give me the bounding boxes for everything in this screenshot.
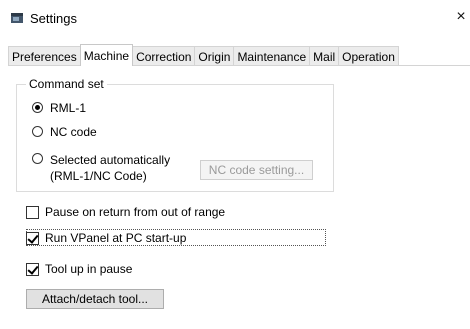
pause-on-return-row[interactable]: Pause on return from out of range (26, 205, 225, 219)
settings-window-icon (11, 13, 23, 23)
radio-rml1-row[interactable]: RML-1 (32, 101, 86, 115)
run-vpanel-label: Run VPanel at PC start-up (45, 231, 187, 245)
tool-up-in-pause-row[interactable]: Tool up in pause (26, 262, 132, 276)
radio-auto-label: Selected automatically (RML-1/NC Code) (50, 152, 170, 184)
run-vpanel-row[interactable]: Run VPanel at PC start-up (26, 231, 186, 245)
title-bar: Settings × (0, 0, 470, 36)
tab-correction[interactable]: Correction (132, 46, 196, 66)
radio-nc-code-label: NC code (50, 125, 97, 139)
tab-mail[interactable]: Mail (309, 46, 340, 66)
tab-machine[interactable]: Machine (79, 44, 134, 66)
run-vpanel-checkbox[interactable] (26, 231, 39, 245)
radio-auto[interactable] (32, 153, 43, 164)
pause-on-return-checkbox[interactable] (26, 205, 39, 219)
radio-auto-row[interactable]: Selected automatically (RML-1/NC Code) (32, 152, 170, 184)
tab-origin[interactable]: Origin (194, 46, 235, 66)
radio-rml1[interactable] (32, 102, 43, 113)
tab-maintenance[interactable]: Maintenance (233, 46, 311, 66)
tab-preferences[interactable]: Preferences (8, 46, 81, 66)
tab-operation[interactable]: Operation (338, 46, 399, 66)
radio-rml1-label: RML-1 (50, 101, 87, 115)
radio-auto-label-line1: Selected automatically (50, 153, 171, 167)
tool-up-in-pause-checkbox[interactable] (26, 262, 39, 276)
window-title: Settings (30, 11, 77, 26)
command-set-label: Command set (26, 77, 107, 91)
radio-nc-code[interactable] (32, 126, 43, 137)
attach-detach-tool-button[interactable]: Attach/detach tool... (26, 289, 164, 309)
close-icon[interactable]: × (452, 4, 470, 30)
settings-window: Settings × Preferences Machine Correctio… (0, 0, 470, 329)
radio-auto-label-line2: (RML-1/NC Code) (50, 169, 147, 183)
nc-code-setting-button[interactable]: NC code setting... (200, 160, 313, 180)
tab-panel-divider (8, 65, 470, 66)
tool-up-in-pause-label: Tool up in pause (45, 262, 133, 276)
tab-strip: Preferences Machine Correction Origin Ma… (8, 44, 470, 66)
radio-nc-code-row[interactable]: NC code (32, 125, 97, 139)
pause-on-return-label: Pause on return from out of range (45, 205, 226, 219)
